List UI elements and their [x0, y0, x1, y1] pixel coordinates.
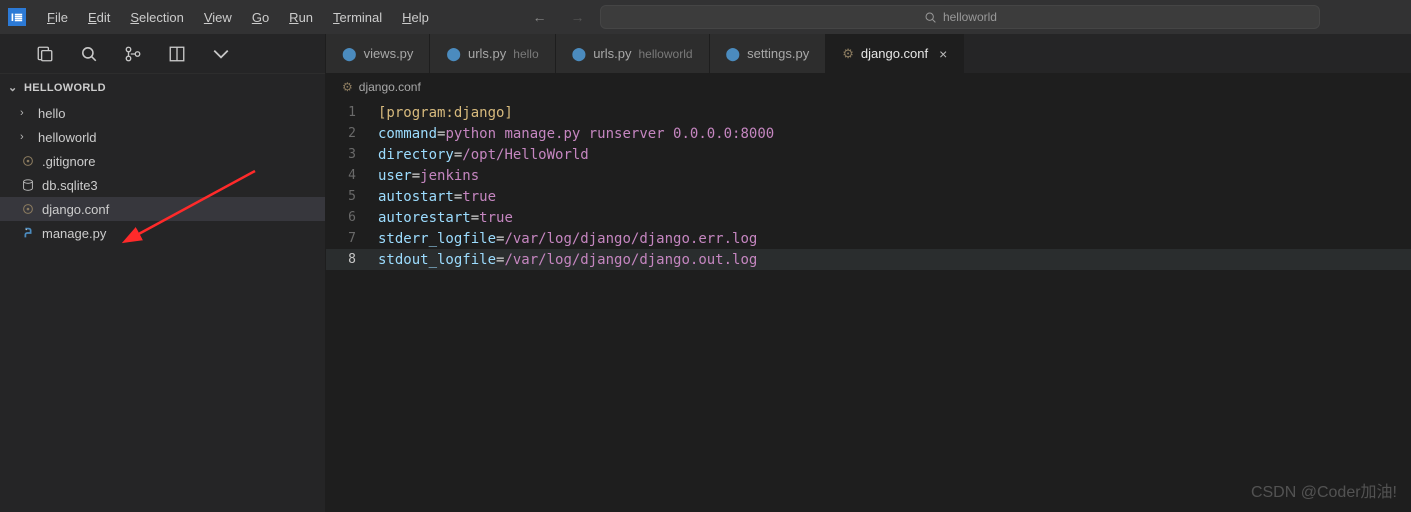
chevron-right-icon: ›	[20, 131, 32, 143]
breadcrumb[interactable]: ⚙ django.conf	[326, 74, 1411, 100]
tab-label: urls.py	[593, 46, 631, 61]
line-number: 4	[326, 168, 378, 183]
menu-go[interactable]: Go	[243, 6, 278, 29]
source-control-icon[interactable]	[124, 45, 142, 63]
python-icon: ⬤	[342, 46, 357, 62]
tab-label: views.py	[364, 46, 414, 61]
gear-icon	[20, 202, 36, 216]
nav-back-button[interactable]: ←	[524, 7, 554, 27]
file-label: db.sqlite3	[42, 178, 98, 193]
chevron-right-icon: ›	[20, 107, 32, 119]
python-icon: ⬤	[726, 46, 741, 62]
menu-view[interactable]: View	[195, 6, 241, 29]
app-logo-icon: I≣	[8, 8, 26, 26]
folder-hello[interactable]: › hello	[0, 101, 325, 125]
line-number: 6	[326, 210, 378, 225]
file-gitignore[interactable]: .gitignore	[0, 149, 325, 173]
tab-suffix: helloworld	[639, 47, 693, 61]
code-line: 5autostart=true	[326, 186, 1411, 207]
explorer-icon[interactable]	[36, 45, 54, 63]
python-icon: ⬤	[572, 46, 587, 62]
tab-label: django.conf	[861, 46, 928, 61]
menu-terminal[interactable]: Terminal	[324, 6, 391, 29]
file-label: manage.py	[42, 226, 106, 241]
line-number: 1	[326, 105, 378, 120]
folder-label: hello	[38, 106, 65, 121]
line-number: 8	[326, 252, 378, 267]
code-line: 7stderr_logfile=/var/log/django/django.e…	[326, 228, 1411, 249]
watermark-text: CSDN @Coder加油!	[1251, 478, 1397, 502]
menu-run[interactable]: Run	[280, 6, 322, 29]
python-icon: ⬤	[446, 46, 461, 62]
editor-content[interactable]: 1[program:django] 2command=python manage…	[326, 100, 1411, 512]
gear-icon: ⚙	[342, 80, 353, 94]
folder-label: helloworld	[38, 130, 97, 145]
menu-file[interactable]: File	[38, 6, 77, 29]
file-tree: › hello › helloworld .gitignore db.sqlit…	[0, 101, 325, 245]
tab-urls-hello[interactable]: ⬤ urls.py hello	[430, 34, 555, 73]
line-number: 2	[326, 126, 378, 141]
breadcrumb-label: django.conf	[359, 80, 421, 94]
gear-icon: ⚙	[842, 46, 854, 62]
menu-bar: File Edit Selection View Go Run Terminal…	[38, 6, 438, 29]
search-icon	[924, 11, 937, 24]
code-line: 3directory=/opt/HelloWorld	[326, 144, 1411, 165]
tab-djangoconf[interactable]: ⚙ django.conf ×	[826, 34, 964, 73]
database-icon	[20, 178, 36, 192]
line-number: 3	[326, 147, 378, 162]
chevron-down-icon: ⌄	[8, 81, 20, 94]
title-bar: I≣ File Edit Selection View Go Run Termi…	[0, 0, 1411, 34]
menu-selection[interactable]: Selection	[121, 6, 192, 29]
tab-label: settings.py	[747, 46, 809, 61]
sidebar-toolbar	[0, 34, 325, 74]
menu-help[interactable]: Help	[393, 6, 438, 29]
tab-suffix: hello	[513, 47, 538, 61]
file-label: .gitignore	[42, 154, 95, 169]
panel-icon[interactable]	[168, 45, 186, 63]
titlebar-center: ← → helloworld	[442, 5, 1403, 29]
file-label: django.conf	[42, 202, 109, 217]
file-djangoconf[interactable]: django.conf	[0, 197, 325, 221]
line-number: 7	[326, 231, 378, 246]
tab-urls-helloworld[interactable]: ⬤ urls.py helloworld	[556, 34, 710, 73]
side-bar: ⌄ HELLOWORLD › hello › helloworld .gitig…	[0, 34, 326, 512]
tab-settings[interactable]: ⬤ settings.py	[710, 34, 827, 73]
close-icon[interactable]: ×	[939, 46, 947, 62]
search-placeholder: helloworld	[943, 10, 997, 24]
file-dbsqlite[interactable]: db.sqlite3	[0, 173, 325, 197]
editor-group: ⬤ views.py ⬤ urls.py hello ⬤ urls.py hel…	[326, 34, 1411, 512]
line-number: 5	[326, 189, 378, 204]
command-center-search[interactable]: helloworld	[600, 5, 1320, 29]
folder-helloworld[interactable]: › helloworld	[0, 125, 325, 149]
chevron-down-icon[interactable]	[212, 48, 230, 60]
code-line: 4user=jenkins	[326, 165, 1411, 186]
tab-views[interactable]: ⬤ views.py	[326, 34, 430, 73]
python-icon	[20, 226, 36, 240]
menu-edit[interactable]: Edit	[79, 6, 119, 29]
tab-label: urls.py	[468, 46, 506, 61]
editor-tabs: ⬤ views.py ⬤ urls.py hello ⬤ urls.py hel…	[326, 34, 1411, 74]
code-line: 1[program:django]	[326, 102, 1411, 123]
gear-icon	[20, 154, 36, 168]
file-managepy[interactable]: manage.py	[0, 221, 325, 245]
code-line: 2command=python manage.py runserver 0.0.…	[326, 123, 1411, 144]
search-tool-icon[interactable]	[80, 45, 98, 63]
code-line: 8stdout_logfile=/var/log/django/django.o…	[326, 249, 1411, 270]
nav-forward-button[interactable]: →	[562, 7, 592, 27]
explorer-header[interactable]: ⌄ HELLOWORLD	[0, 74, 325, 101]
explorer-title: HELLOWORLD	[24, 82, 106, 94]
code-line: 6autorestart=true	[326, 207, 1411, 228]
